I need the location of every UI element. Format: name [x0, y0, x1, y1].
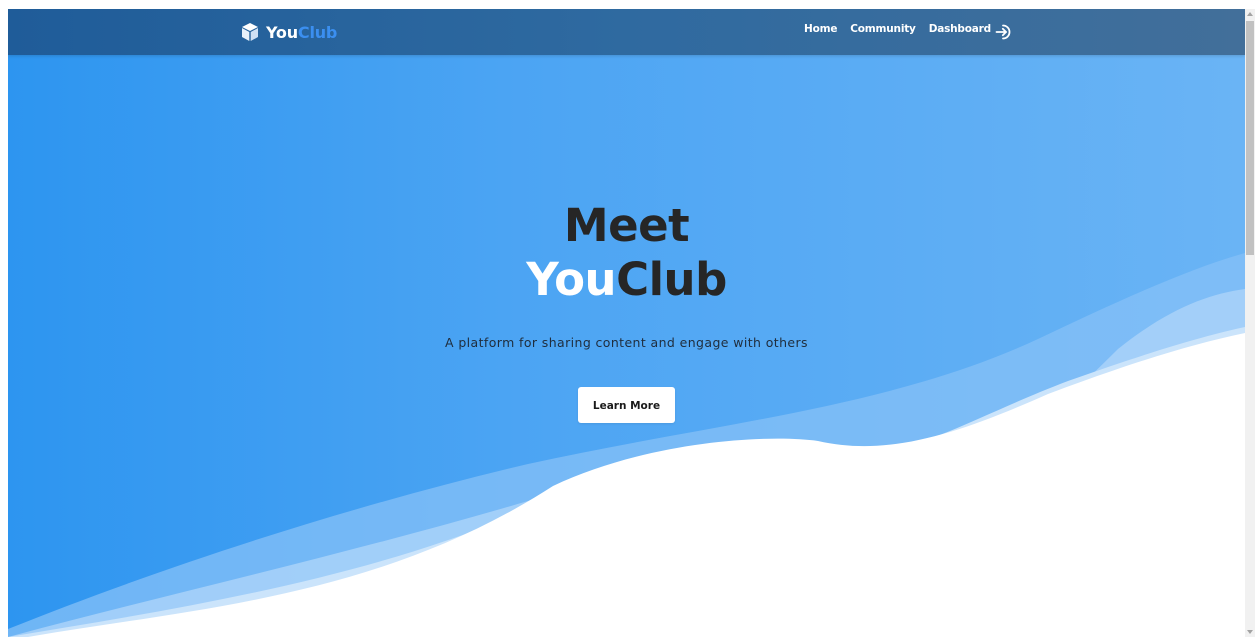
nav-links: Home Community Dashboard — [804, 23, 1004, 35]
cube-icon — [242, 23, 258, 41]
hero-content: Meet YouClub A platform for sharing cont… — [8, 199, 1245, 423]
hero-title-you: You — [526, 253, 617, 306]
brand-name-club: Club — [297, 22, 338, 42]
scroll-down-arrow-icon[interactable] — [1246, 627, 1254, 637]
brand-logo-link[interactable]: YouClub — [242, 20, 337, 44]
nav-link-community[interactable]: Community — [850, 23, 916, 35]
brand-name-you: You — [266, 22, 298, 42]
page-viewport: YouClub Home Community Dashboard Meet Yo… — [8, 9, 1245, 637]
scroll-up-arrow-icon[interactable] — [1246, 9, 1254, 19]
top-navbar: YouClub Home Community Dashboard — [8, 9, 1245, 55]
page-scrollbar[interactable] — [1245, 9, 1255, 637]
hero-title-meet: Meet — [563, 199, 690, 252]
brand-name: YouClub — [266, 23, 337, 42]
sign-in-icon[interactable] — [994, 22, 1014, 42]
nav-link-dashboard[interactable]: Dashboard — [929, 23, 991, 35]
hero-subtitle: A platform for sharing content and engag… — [445, 335, 808, 350]
nav-link-home[interactable]: Home — [804, 23, 837, 35]
scrollbar-thumb[interactable] — [1246, 21, 1254, 255]
learn-more-button[interactable]: Learn More — [578, 387, 675, 423]
hero-title-brand: YouClub — [8, 253, 1245, 307]
hero-title-club: Club — [616, 253, 727, 306]
